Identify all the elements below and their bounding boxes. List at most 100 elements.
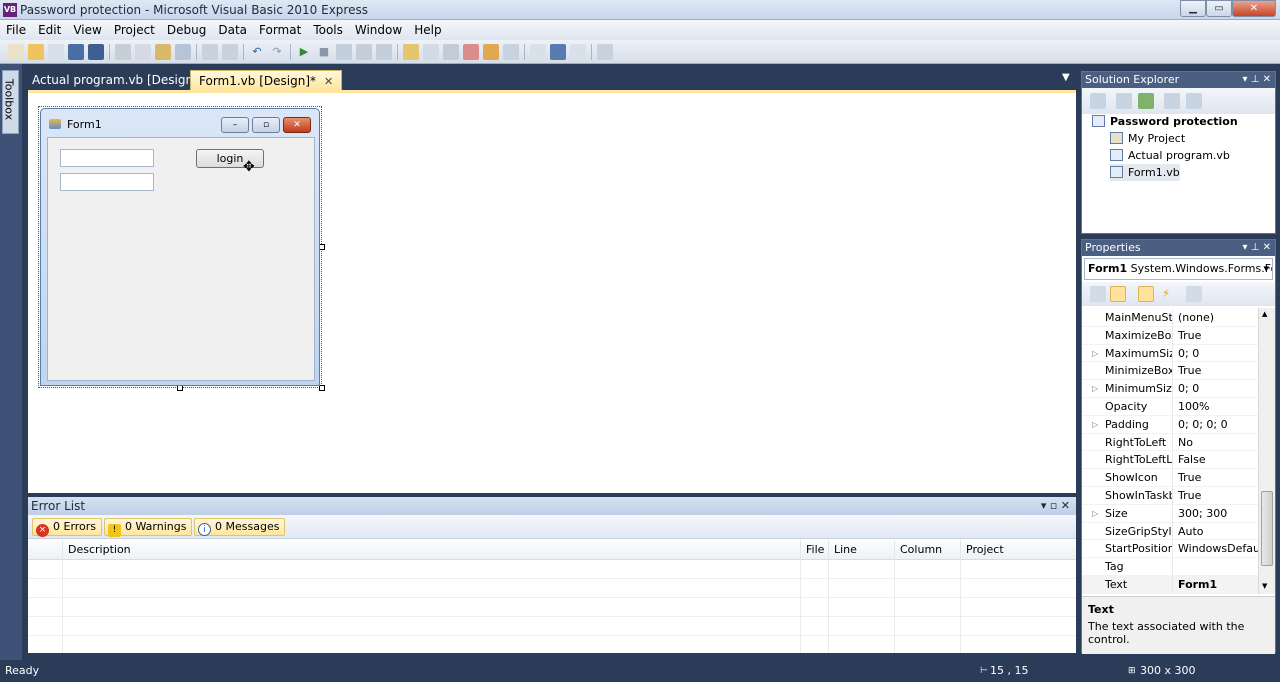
property-row-righttoleft[interactable]: RightToLeft No <box>1082 433 1258 452</box>
refresh-icon[interactable] <box>1138 93 1154 109</box>
align-icon[interactable] <box>530 43 546 60</box>
property-row-showicon[interactable]: ShowIcon True <box>1082 469 1258 487</box>
property-value[interactable]: True <box>1175 487 1258 504</box>
toolbox-icon[interactable] <box>443 43 459 60</box>
comment-icon[interactable] <box>202 43 218 60</box>
property-value[interactable]: True <box>1175 469 1258 486</box>
scroll-down-icon[interactable]: ▼ <box>1262 582 1267 590</box>
menu-view[interactable]: View <box>67 20 107 40</box>
start-debugging-icon[interactable]: ▶ <box>296 44 312 60</box>
property-value[interactable]: 100% <box>1175 398 1258 415</box>
property-value[interactable]: Form1 <box>1175 576 1258 593</box>
property-value[interactable]: False <box>1175 451 1258 468</box>
add-item-icon[interactable] <box>48 43 64 60</box>
close-button[interactable]: ✕ <box>1232 0 1276 17</box>
form-close-button[interactable]: ✕ <box>283 117 311 133</box>
property-row-opacity[interactable]: Opacity 100% <box>1082 398 1258 416</box>
property-value[interactable]: 0; 0 <box>1175 380 1258 397</box>
close-tab-icon[interactable]: ✕ <box>324 72 333 92</box>
properties-icon[interactable] <box>1116 93 1132 109</box>
format-icon[interactable] <box>550 43 566 60</box>
property-pages-icon[interactable] <box>1186 286 1202 302</box>
column-column[interactable]: Column <box>894 540 960 560</box>
uncomment-icon[interactable] <box>222 43 238 60</box>
property-row-minimumsize[interactable]: ▷ MinimumSize 0; 0 <box>1082 380 1258 398</box>
properties-window-icon[interactable] <box>423 43 439 60</box>
property-value[interactable]: WindowsDefault <box>1175 540 1258 557</box>
menu-data[interactable]: Data <box>212 20 253 40</box>
database-explorer-icon[interactable] <box>463 43 479 60</box>
form-maximize-button[interactable]: ▫ <box>252 117 280 133</box>
maximize-button[interactable]: ▭ <box>1206 0 1232 17</box>
property-value[interactable] <box>1175 558 1258 575</box>
events-lightning-icon[interactable]: ⚡ <box>1158 286 1174 302</box>
property-row-minimizebox[interactable]: MinimizeBox True <box>1082 362 1258 381</box>
property-row-text[interactable]: Text Form1 <box>1082 576 1258 594</box>
undo-icon[interactable]: ↶ <box>249 44 265 60</box>
property-row-righttoleftlayout[interactable]: RightToLeftLa False <box>1082 451 1258 470</box>
tab-actual-program-design[interactable]: Actual program.vb [Design] <box>24 70 206 90</box>
menu-window[interactable]: Window <box>349 20 408 40</box>
property-row-size[interactable]: ▷ Size 300; 300 <box>1082 504 1258 523</box>
property-row-maximizebox[interactable]: MaximizeBox True <box>1082 326 1258 345</box>
open-folder-icon[interactable] <box>28 43 44 60</box>
categorized-icon[interactable] <box>1090 286 1106 302</box>
property-row-sizegripstyle[interactable]: SizeGripStyle Auto <box>1082 522 1258 541</box>
form-client-area[interactable]: login ✥ <box>47 137 315 381</box>
tab-form1-design[interactable]: Form1.vb [Design]* ✕ <box>190 70 343 92</box>
property-row-tag[interactable]: Tag <box>1082 558 1258 576</box>
solution-explorer-icon[interactable] <box>403 43 419 60</box>
menu-project[interactable]: Project <box>108 20 161 40</box>
find-icon[interactable] <box>175 43 191 60</box>
warnings-filter-button[interactable]: ! 0 Warnings <box>104 518 193 537</box>
minimize-button[interactable]: ▁ <box>1180 0 1206 17</box>
menu-file[interactable]: File <box>0 20 32 40</box>
tree-item-my-project[interactable]: My Project <box>1110 130 1185 147</box>
alphabetical-icon[interactable] <box>1110 286 1126 302</box>
column-description[interactable]: Description <box>62 540 800 560</box>
errors-filter-button[interactable]: × 0 Errors <box>32 518 103 537</box>
menu-debug[interactable]: Debug <box>161 20 212 40</box>
document-dropdown-icon[interactable]: ▼ <box>1062 72 1070 83</box>
form1-window[interactable]: Form1 – ▫ ✕ login ✥ <box>40 108 320 386</box>
layout-icon[interactable] <box>570 43 586 60</box>
password-textbox[interactable] <box>60 173 154 191</box>
property-row-mainmenustrip[interactable]: MainMenuStr (none) <box>1082 309 1258 327</box>
show-all-files-icon[interactable] <box>1090 93 1106 109</box>
column-project[interactable]: Project <box>960 540 1076 560</box>
save-all-icon[interactable] <box>88 43 104 60</box>
step-out-icon[interactable] <box>376 43 392 60</box>
properties-window-controls[interactable]: ▾ ⊥ ✕ <box>1243 240 1271 256</box>
tree-item-solution[interactable]: Password protection <box>1092 113 1238 130</box>
stop-icon[interactable]: ■ <box>316 44 332 60</box>
paste-icon[interactable] <box>155 43 171 60</box>
output-icon[interactable] <box>503 43 519 60</box>
toolbar-options-icon[interactable] <box>597 43 613 60</box>
properties-view-icon[interactable] <box>1138 286 1154 302</box>
scrollbar-thumb[interactable] <box>1261 491 1273 566</box>
error-list-window-controls[interactable]: ▾ ▫ ✕ <box>1041 497 1070 515</box>
property-row-startposition[interactable]: StartPositionWindowsDefault <box>1082 540 1258 559</box>
scroll-up-icon[interactable]: ▲ <box>1262 310 1267 318</box>
property-value[interactable]: 0; 0; 0; 0 <box>1175 416 1258 433</box>
step-over-icon[interactable] <box>356 43 372 60</box>
cut-icon[interactable] <box>115 43 131 60</box>
form-minimize-button[interactable]: – <box>221 117 249 133</box>
property-value[interactable]: No <box>1175 434 1258 451</box>
redo-icon[interactable]: ↷ <box>269 44 285 60</box>
menu-help[interactable]: Help <box>408 20 447 40</box>
save-icon[interactable] <box>68 43 84 60</box>
tree-item-form1[interactable]: Form1.vb <box>1110 164 1180 181</box>
menu-format[interactable]: Format <box>253 20 307 40</box>
column-file[interactable]: File <box>800 540 828 560</box>
tree-item-actual-program[interactable]: Actual program.vb <box>1110 147 1230 164</box>
error-list-icon[interactable] <box>483 43 499 60</box>
property-value[interactable]: True <box>1175 327 1258 344</box>
property-value[interactable]: (none) <box>1175 309 1258 326</box>
property-value[interactable]: 0; 0 <box>1175 345 1258 362</box>
copy-icon[interactable] <box>135 43 151 60</box>
property-row-padding[interactable]: ▷ Padding 0; 0; 0; 0 <box>1082 415 1258 434</box>
property-row-showintaskbar[interactable]: ShowInTaskb True <box>1082 487 1258 505</box>
properties-object-selector[interactable]: Form1 System.Windows.Forms.Fo ▾ <box>1084 258 1273 280</box>
menu-tools[interactable]: Tools <box>307 20 349 40</box>
